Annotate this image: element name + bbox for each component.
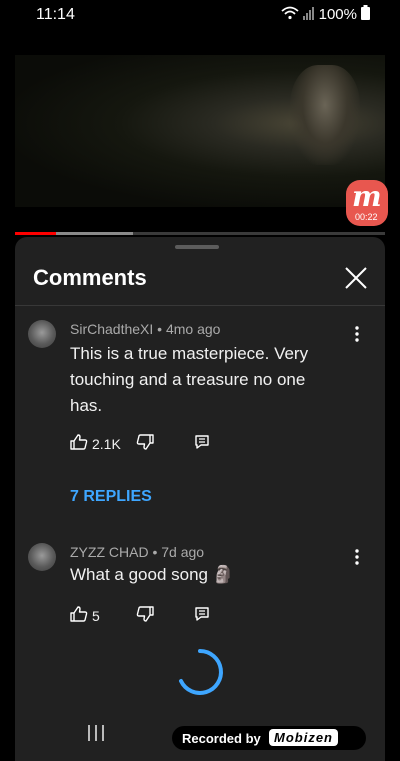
like-count: 5 [92, 607, 100, 624]
battery-icon [361, 5, 370, 24]
comments-title: Comments [33, 265, 147, 290]
avatar[interactable] [28, 320, 56, 348]
reply-icon[interactable] [194, 434, 210, 455]
video-player[interactable] [15, 55, 385, 207]
battery-percent: 100% [318, 6, 357, 23]
comment-author-meta[interactable]: SirChadtheXI • 4mo ago [70, 321, 220, 337]
mobizen-timer: 00:22 [355, 212, 378, 222]
video-progress-bar[interactable] [15, 232, 385, 235]
thumb-down-icon[interactable] [136, 433, 154, 456]
view-replies-link[interactable]: 7 REPLIES [70, 488, 152, 506]
recent-apps-icon[interactable] [85, 723, 107, 748]
more-vert-icon[interactable] [351, 548, 363, 566]
mobizen-brand-logo: Mobizen [269, 729, 338, 746]
signal-icon [302, 6, 315, 24]
drag-handle[interactable] [175, 245, 219, 249]
avatar[interactable] [28, 543, 56, 571]
comment-text: This is a true masterpiece. Very touchin… [70, 344, 309, 415]
thumb-down-icon[interactable] [136, 605, 154, 628]
mobizen-logo: m [352, 180, 382, 213]
mobizen-record-badge[interactable]: m 00:22 [346, 180, 388, 226]
thumb-up-icon [70, 605, 88, 626]
header-divider [15, 305, 385, 306]
more-vert-icon[interactable] [351, 325, 363, 343]
thumb-up-icon [70, 433, 88, 454]
loading-spinner [175, 647, 225, 697]
video-frame-figure [290, 65, 360, 165]
video-played-fill [15, 232, 56, 235]
like-button[interactable]: 2.1K [70, 433, 121, 454]
status-time: 11:14 [36, 6, 75, 23]
like-count: 2.1K [92, 435, 121, 452]
comment-actions: 5 [70, 605, 230, 625]
wifi-icon [281, 6, 299, 24]
recorded-by-watermark: Recorded by Mobizen [172, 726, 366, 750]
comments-panel: Comments SirChadtheXI • 4mo ago This is … [15, 237, 385, 761]
status-bar: 11:14 100% [0, 0, 400, 30]
recorded-by-label: Recorded by [182, 731, 261, 746]
reply-icon[interactable] [194, 606, 210, 627]
status-indicators: 100% [281, 5, 370, 24]
comment-author-meta[interactable]: ZYZZ CHAD • 7d ago [70, 544, 204, 560]
comment-actions: 2.1K [70, 433, 230, 453]
comment-text: What a good song 🗿 [70, 565, 234, 584]
like-button[interactable]: 5 [70, 605, 100, 626]
close-icon[interactable] [343, 265, 369, 291]
